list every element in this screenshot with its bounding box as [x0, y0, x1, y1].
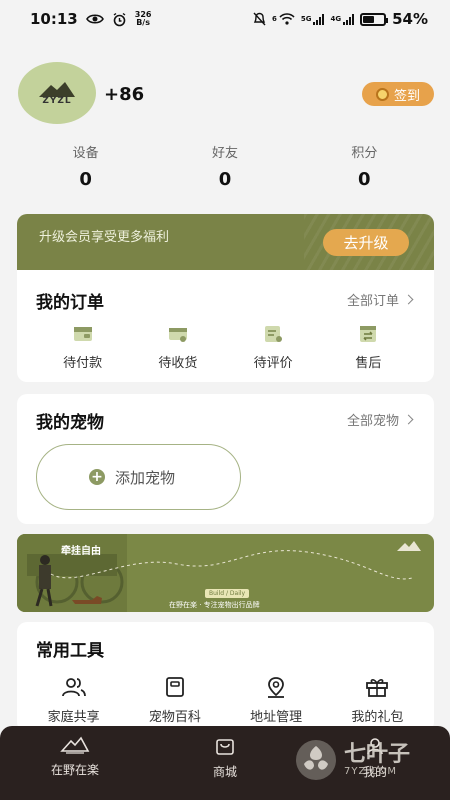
- order-pending-receipt[interactable]: 待收货: [130, 324, 225, 371]
- status-time: 10:13: [30, 10, 78, 28]
- stat-devices[interactable]: 设备 0: [16, 142, 155, 190]
- order-after-sales[interactable]: 售后: [321, 324, 416, 371]
- leaf-logo-icon: [296, 740, 336, 780]
- signin-button[interactable]: 签到: [362, 82, 434, 106]
- membership-upgrade-banner: 升级会员享受更多福利 去升级: [17, 214, 434, 270]
- wallet-icon: [73, 327, 92, 341]
- battery-percent: 54%: [392, 10, 428, 28]
- all-orders-link[interactable]: 全部订单: [347, 290, 414, 309]
- tool-family-share[interactable]: 家庭共享: [23, 676, 124, 725]
- tools-title: 常用工具: [36, 641, 104, 661]
- signal-4g-icon: [343, 13, 355, 25]
- brand-mountain-icon: [60, 736, 90, 754]
- status-bar: 10:13 326 B/s 6 5G 4G 54%: [30, 10, 428, 28]
- coin-icon: [375, 87, 389, 101]
- gift-icon: [366, 679, 389, 697]
- wifi-icon: [279, 13, 295, 25]
- upgrade-button[interactable]: 去升级: [323, 229, 409, 256]
- book-icon: [165, 677, 184, 697]
- promo-subtitle: 在野在楽 · 专注宠物出行品牌: [169, 601, 260, 609]
- add-pet-button[interactable]: + 添加宠物: [36, 444, 241, 510]
- watermark: 七叶子 7YZ.COM: [294, 728, 444, 792]
- order-pending-review[interactable]: 待评价: [226, 324, 321, 371]
- tool-my-gifts[interactable]: 我的礼包: [327, 676, 428, 725]
- avatar[interactable]: ZYZL: [18, 62, 96, 124]
- exchange-icon: [360, 326, 377, 342]
- stats-row: 设备 0 好友 0 积分 0: [16, 142, 434, 190]
- phone-number: +86: [104, 84, 145, 105]
- users-icon: [61, 678, 86, 697]
- delivery-truck-icon: [168, 328, 187, 342]
- brand-logo-icon: [397, 541, 421, 551]
- plus-icon: +: [89, 469, 105, 485]
- battery-icon: [360, 12, 389, 26]
- tool-pet-encyclopedia[interactable]: 宠物百科: [124, 676, 225, 725]
- promo-title: 牵挂自由: [61, 546, 101, 557]
- eye-icon: [85, 14, 104, 24]
- review-note-icon: [265, 326, 283, 342]
- promo-banner[interactable]: 牵挂自由 Build / Daily 在野在楽 · 专注宠物出行品牌: [17, 534, 434, 612]
- network-speed: 326 B/s: [134, 10, 152, 27]
- orders-card: 我的订单 全部订单 待付款 待收货 待评价 售后: [17, 270, 434, 382]
- stat-friends[interactable]: 好友 0: [155, 142, 294, 190]
- shopping-bag-icon: [216, 739, 234, 755]
- tools-card: 常用工具 家庭共享 宠物百科 地址管理 我的礼包: [17, 622, 434, 732]
- mute-bell-icon: [253, 12, 266, 26]
- nav-home[interactable]: 在野在楽: [0, 736, 150, 800]
- promo-tag: Build / Daily: [205, 589, 250, 598]
- pets-title: 我的宠物: [36, 413, 104, 433]
- chevron-right-icon: [403, 294, 414, 305]
- signal-5g-icon: [313, 13, 325, 25]
- nav-shop[interactable]: 商城: [150, 736, 300, 800]
- order-pending-payment[interactable]: 待付款: [35, 324, 130, 371]
- orders-title: 我的订单: [36, 293, 104, 313]
- stat-points[interactable]: 积分 0: [295, 142, 434, 190]
- upgrade-text: 升级会员享受更多福利: [39, 230, 170, 245]
- all-pets-link[interactable]: 全部宠物: [347, 410, 414, 429]
- chevron-right-icon: [403, 414, 414, 425]
- location-pin-icon: [268, 677, 285, 698]
- tool-address-management[interactable]: 地址管理: [226, 676, 327, 725]
- alarm-icon: [113, 12, 126, 26]
- pets-card: 我的宠物 全部宠物 + 添加宠物: [17, 394, 434, 524]
